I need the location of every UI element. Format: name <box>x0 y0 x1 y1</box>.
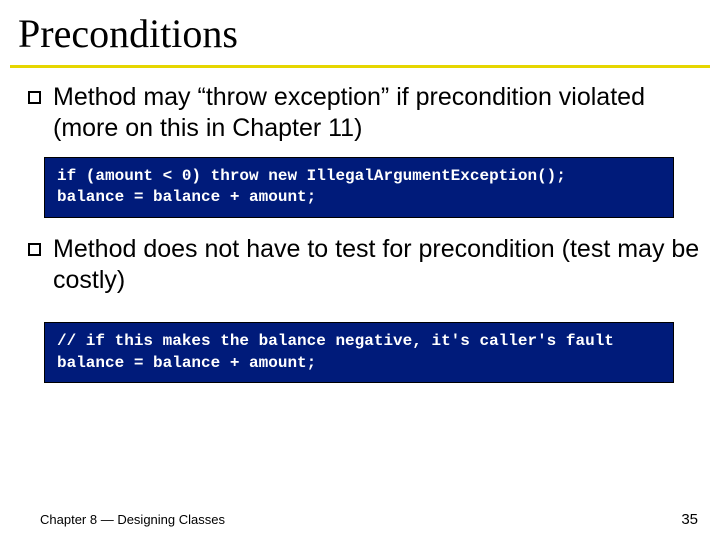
bullet-item: Method does not have to test for precond… <box>28 234 700 297</box>
slide: Preconditions Method may “throw exceptio… <box>0 0 720 540</box>
bullet-square-icon <box>28 91 41 104</box>
slide-title: Preconditions <box>0 0 720 65</box>
page-number: 35 <box>681 511 698 528</box>
bullet-square-icon <box>28 243 41 256</box>
slide-content: Method may “throw exception” if precondi… <box>0 68 720 383</box>
bullet-text: Method does not have to test for precond… <box>53 234 700 297</box>
bullet-item: Method may “throw exception” if precondi… <box>28 82 700 145</box>
bullet-text: Method may “throw exception” if precondi… <box>53 82 700 145</box>
slide-footer: Chapter 8 — Designing Classes 35 <box>40 511 698 528</box>
footer-left: Chapter 8 — Designing Classes <box>40 512 225 527</box>
code-block: if (amount < 0) throw new IllegalArgumen… <box>44 157 674 218</box>
code-block: // if this makes the balance negative, i… <box>44 322 674 383</box>
